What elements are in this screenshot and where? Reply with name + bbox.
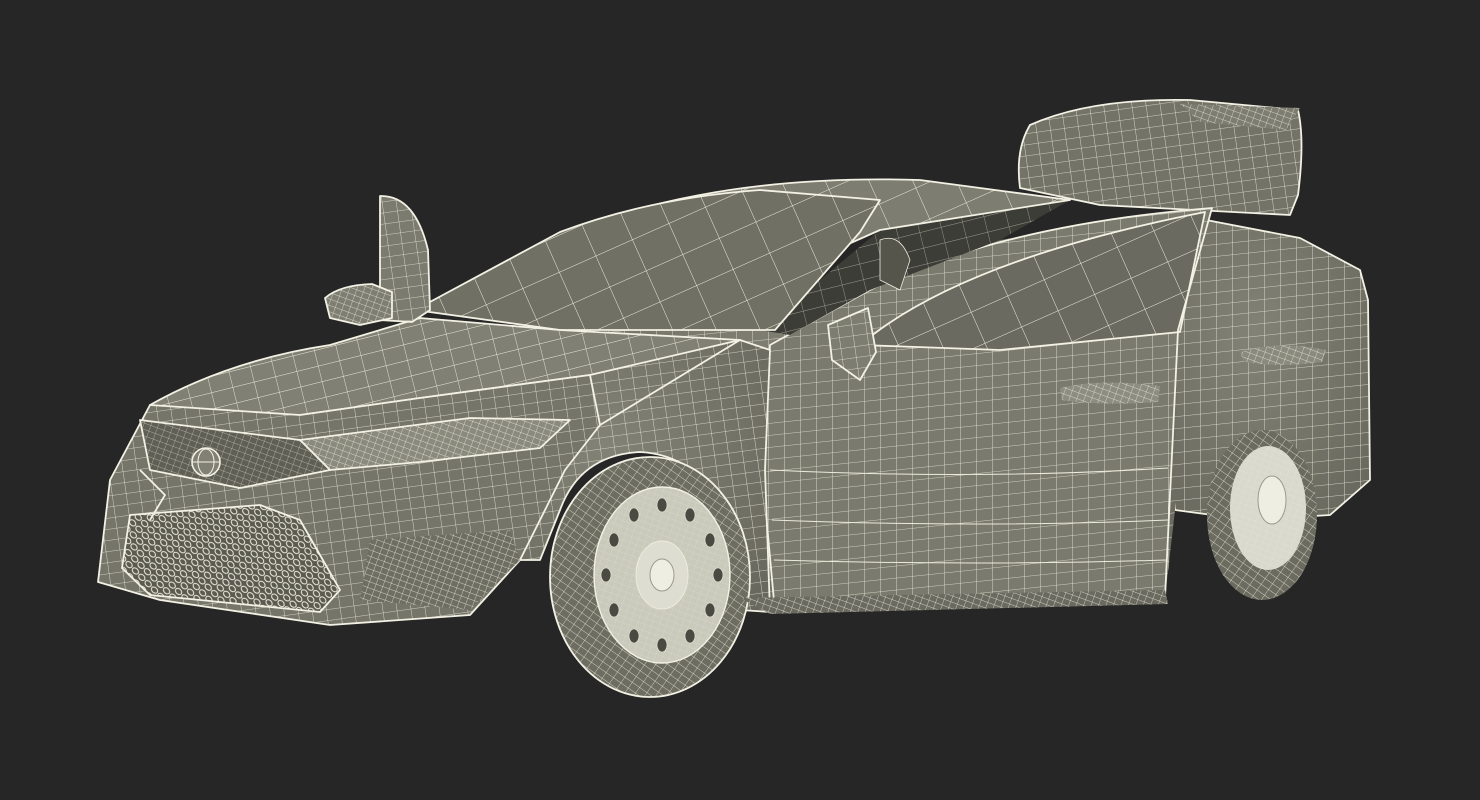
render-viewport (0, 0, 1480, 800)
rear-panel (1017, 98, 1303, 216)
fog-light-area (360, 530, 520, 610)
rear-wheel (1207, 430, 1317, 600)
car-wireframe-render (97, 98, 1371, 698)
open-front-door (761, 207, 1213, 613)
emblem (191, 447, 221, 477)
side-mirror (324, 195, 431, 326)
front-wheel (549, 456, 751, 698)
